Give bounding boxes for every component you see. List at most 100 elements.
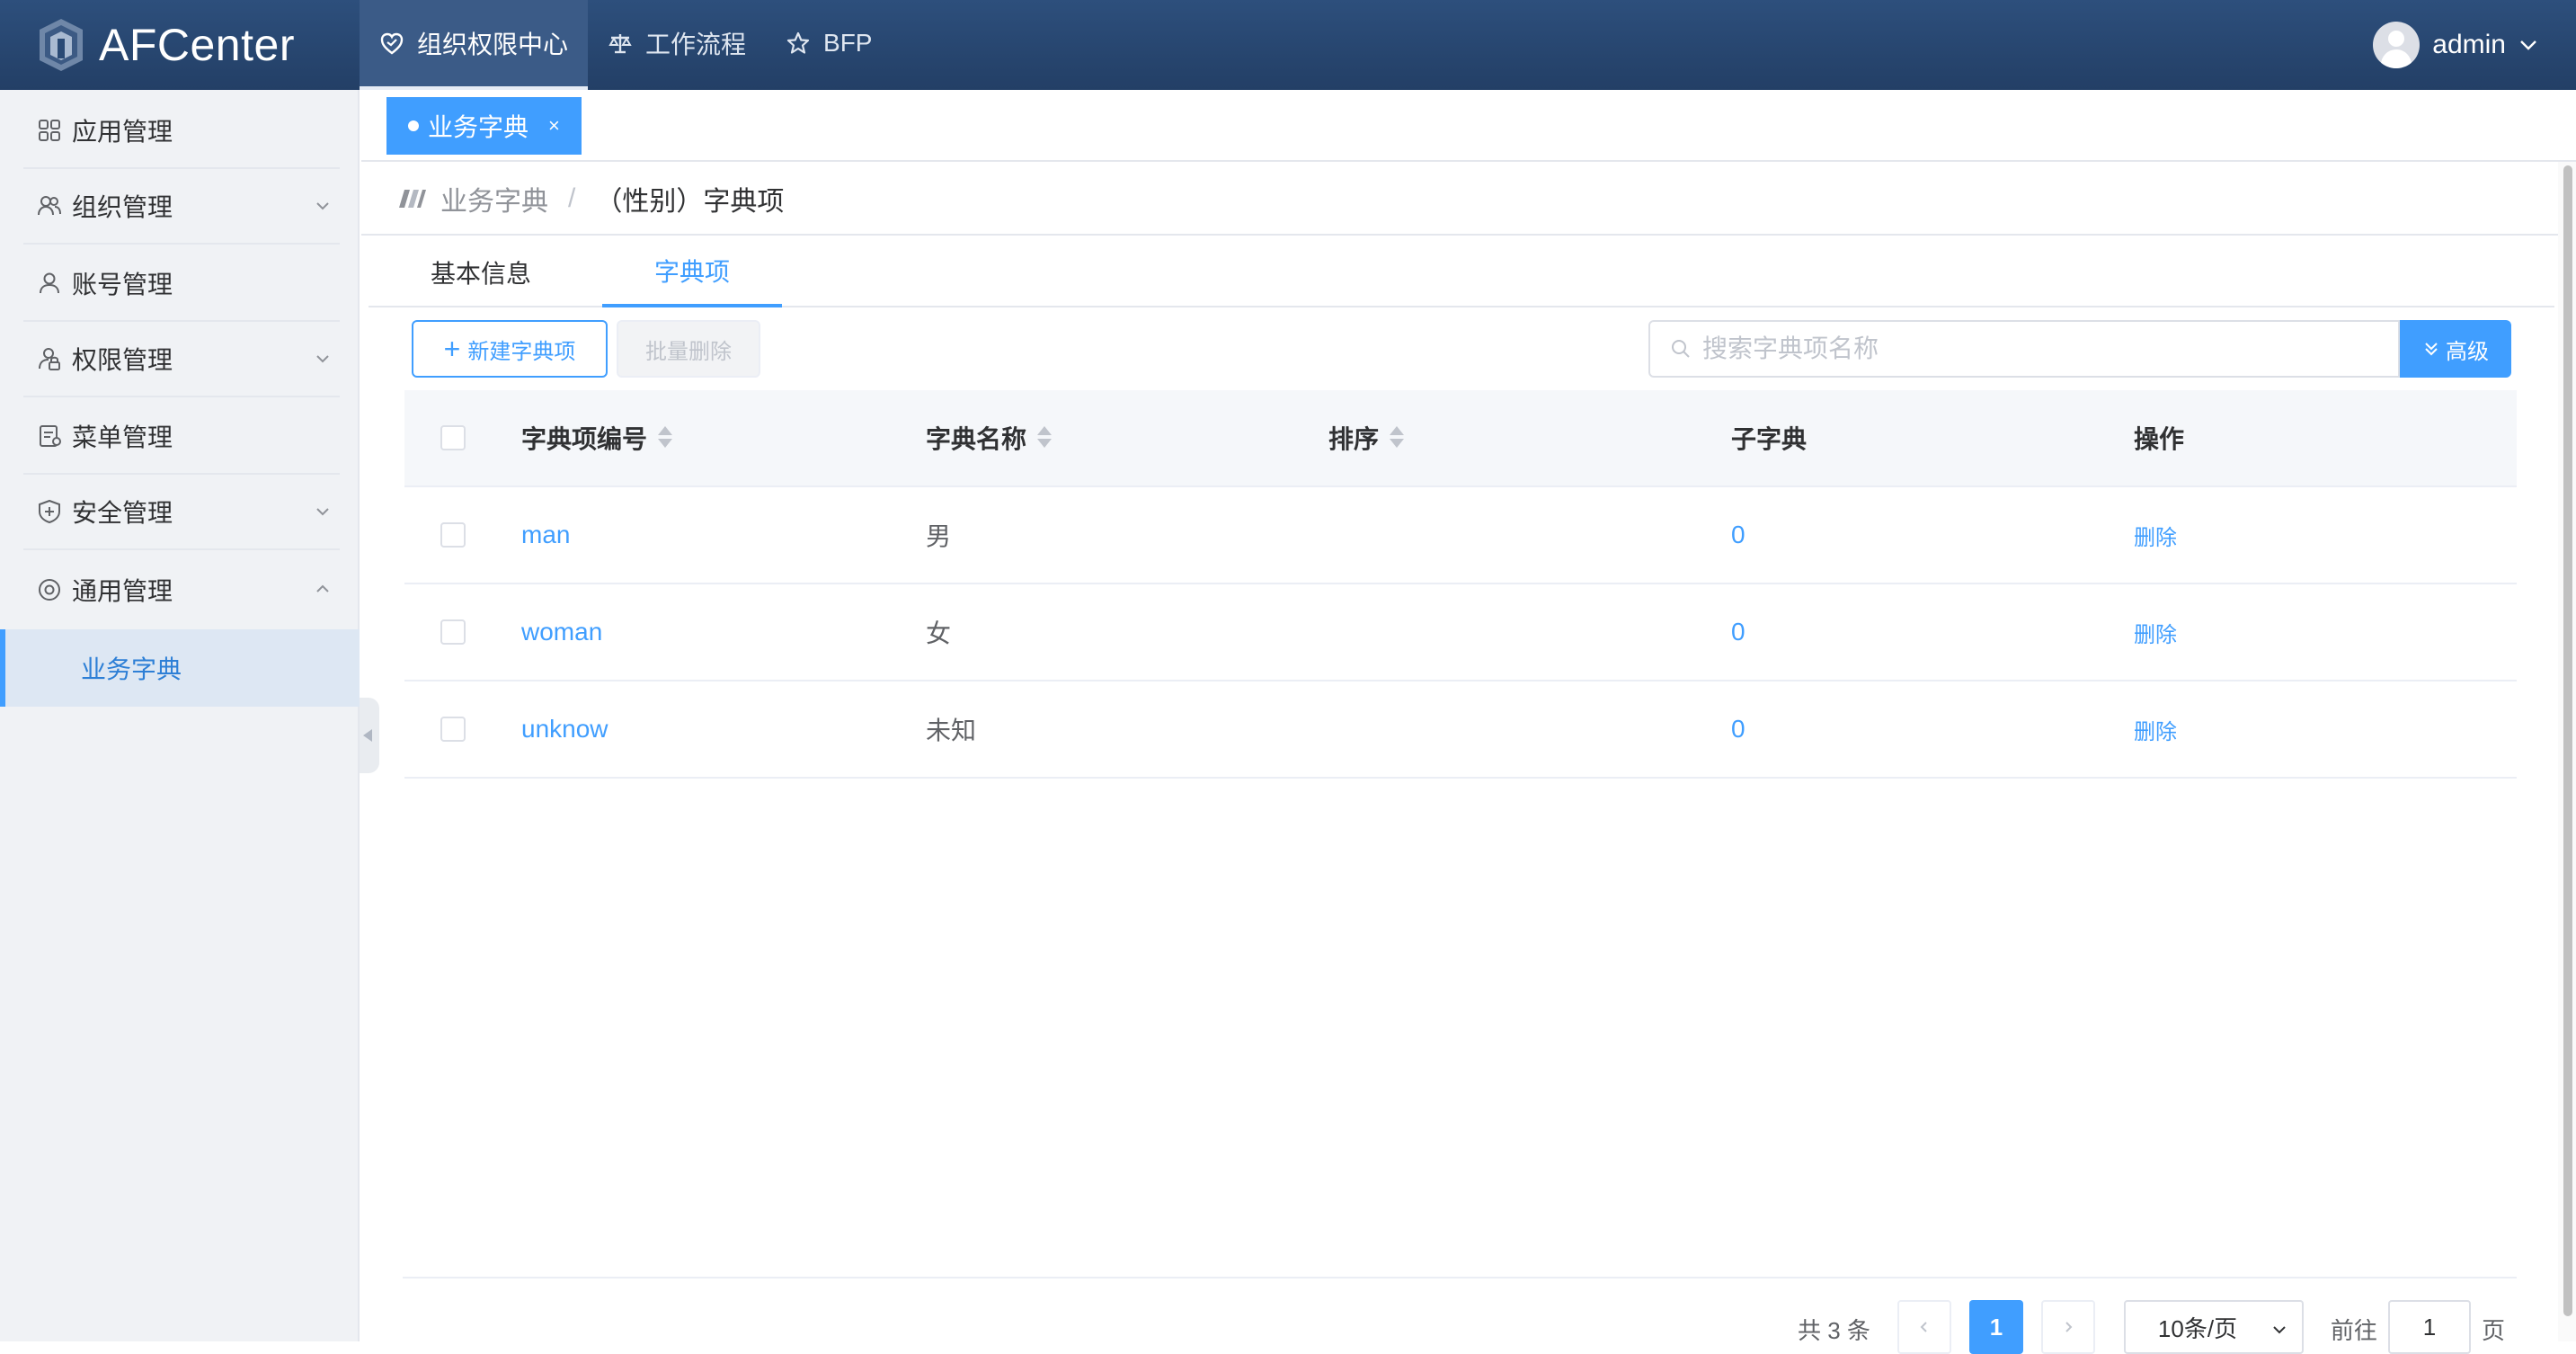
button-label: 高级 <box>2446 339 2489 364</box>
prev-page-button[interactable] <box>1896 1300 1951 1354</box>
page-unit-label: 页 <box>2481 1317 2505 1344</box>
pagination-total: 共 3 条 <box>1798 1317 1870 1344</box>
chevron-down-icon <box>2520 40 2536 50</box>
sidebar-subitem-business-dictionary[interactable]: 业务字典 <box>0 629 360 707</box>
button-label: 新建字典项 <box>467 339 576 364</box>
topnav-label: 工作流程 <box>645 31 747 58</box>
chevron-down-icon <box>2273 1326 2286 1334</box>
breadcrumb: 业务字典 / （性别）字典项 <box>361 164 2558 236</box>
topnav-org-center[interactable]: 组织权限中心 <box>360 0 589 90</box>
chevron-down-icon <box>316 355 329 363</box>
sidebar-item-label: 组织管理 <box>72 193 173 221</box>
sidebar-item-permission-management[interactable]: 权限管理 <box>23 322 340 397</box>
page-number-current[interactable]: 1 <box>1968 1300 2023 1354</box>
sidebar-item-label: 安全管理 <box>72 499 173 527</box>
sidebar-item-account-management[interactable]: 账号管理 <box>23 246 340 322</box>
row-checkbox[interactable] <box>440 619 466 645</box>
sidebar-item-org-management[interactable]: 组织管理 <box>23 169 340 245</box>
tab-dictionary-items[interactable]: 字典项 <box>602 237 782 307</box>
row-checkbox[interactable] <box>440 717 466 742</box>
breadcrumb-separator: / <box>568 183 576 213</box>
sidebar-item-security-management[interactable]: 安全管理 <box>23 475 340 550</box>
sort-icon[interactable] <box>658 426 673 450</box>
tag-label: 业务字典 <box>428 113 529 141</box>
sidebar-subitem-label: 业务字典 <box>81 655 182 683</box>
top-nav: 组织权限中心 工作流程 BFP <box>360 0 893 90</box>
star-icon <box>786 31 810 54</box>
shield-plus-icon <box>39 499 60 524</box>
sidebar: 应用管理 组织管理 账号管理 权限管理 菜单管理 安全管理 通用管理 业务字典 <box>0 90 360 1341</box>
batch-delete-button[interactable]: 批量删除 <box>617 320 760 378</box>
tab-label: 字典项 <box>653 258 730 286</box>
item-code-link[interactable]: woman <box>521 584 602 680</box>
children-count-link[interactable]: 0 <box>1731 487 1745 583</box>
row-checkbox[interactable] <box>440 522 466 548</box>
children-count-link[interactable]: 0 <box>1731 681 1745 777</box>
header-name[interactable]: 字典名称 <box>926 390 1053 485</box>
goto-label: 前往 <box>2330 1317 2377 1344</box>
header-sort[interactable]: 排序 <box>1328 390 1405 485</box>
table-header: 字典项编号 字典名称 排序 子字典 操作 <box>404 390 2517 487</box>
user-name: admin <box>2432 30 2506 59</box>
tag-business-dictionary[interactable]: 业务字典 × <box>386 97 582 155</box>
chevron-left-icon <box>1920 1322 1927 1332</box>
pagination: 共 3 条 1 10条/页 前往 1 页 <box>1798 1300 2505 1354</box>
delete-link[interactable]: 删除 <box>2134 487 2177 583</box>
item-name: 女 <box>926 619 952 647</box>
delete-link[interactable]: 删除 <box>2134 681 2177 777</box>
chevron-down-icon <box>316 202 329 210</box>
users-icon <box>38 196 61 216</box>
sidebar-item-label: 菜单管理 <box>72 423 173 451</box>
chevron-down-icon <box>316 508 329 516</box>
search-input[interactable] <box>1702 334 2332 363</box>
double-chevron-down-icon <box>2425 343 2438 356</box>
sort-icon[interactable] <box>1037 426 1053 450</box>
new-dictionary-item-button[interactable]: + 新建字典项 <box>412 320 608 378</box>
children-count-link[interactable]: 0 <box>1731 584 1745 680</box>
select-all-checkbox[interactable] <box>440 425 466 450</box>
header-children: 子字典 <box>1731 390 1807 485</box>
search-icon <box>1672 340 1690 358</box>
sort-icon[interactable] <box>1390 426 1405 450</box>
sidebar-item-app-management[interactable]: 应用管理 <box>23 94 340 169</box>
logo-icon <box>40 19 83 71</box>
sidebar-item-general-management[interactable]: 通用管理 <box>23 552 340 628</box>
advanced-search-button[interactable]: 高级 <box>2400 320 2511 378</box>
topnav-workflow[interactable]: 工作流程 <box>588 0 766 86</box>
page-size-select[interactable]: 10条/页 <box>2123 1300 2304 1354</box>
item-code-link[interactable]: unknow <box>521 681 608 777</box>
breadcrumb-root[interactable]: 业务字典 <box>440 179 548 218</box>
table-row: woman 女 0 删除 <box>404 584 2517 681</box>
app-logo[interactable]: AFCenter <box>36 16 295 74</box>
main-scrollbar[interactable] <box>2558 162 2576 1341</box>
active-dot <box>408 120 419 131</box>
user-icon <box>40 272 59 294</box>
header-label: 子字典 <box>1731 425 1808 453</box>
top-bar: AFCenter 组织权限中心 工作流程 BFP admin <box>0 0 2576 90</box>
heart-shield-icon <box>380 32 404 55</box>
settings-circle-icon <box>39 579 60 601</box>
sidebar-item-menu-management[interactable]: 菜单管理 <box>23 399 340 475</box>
tab-basic-info[interactable]: 基本信息 <box>386 237 575 307</box>
sidebar-collapse-handle[interactable] <box>360 698 379 773</box>
delete-link[interactable]: 删除 <box>2134 584 2177 680</box>
item-name: 未知 <box>926 717 977 744</box>
tab-label: 基本信息 <box>430 260 531 288</box>
scrollbar-thumb[interactable] <box>2563 165 2572 1316</box>
topnav-bfp[interactable]: BFP <box>766 0 892 86</box>
header-actions: 操作 <box>2134 390 2184 485</box>
user-menu[interactable]: admin <box>2373 0 2540 90</box>
header-code[interactable]: 字典项编号 <box>521 390 673 485</box>
breadcrumb-icon <box>399 190 426 208</box>
row-checkbox-cell <box>440 487 466 583</box>
footer-divider <box>403 1277 2517 1278</box>
avatar <box>2373 22 2421 68</box>
select-all-checkbox-cell <box>440 390 466 485</box>
next-page-button[interactable] <box>2040 1300 2095 1354</box>
header-label: 字典项编号 <box>521 425 648 453</box>
menu-doc-icon <box>40 425 61 447</box>
close-icon[interactable]: × <box>548 114 560 138</box>
goto-page-input[interactable]: 1 <box>2387 1300 2471 1354</box>
row-checkbox-cell <box>440 584 466 680</box>
item-code-link[interactable]: man <box>521 487 570 583</box>
